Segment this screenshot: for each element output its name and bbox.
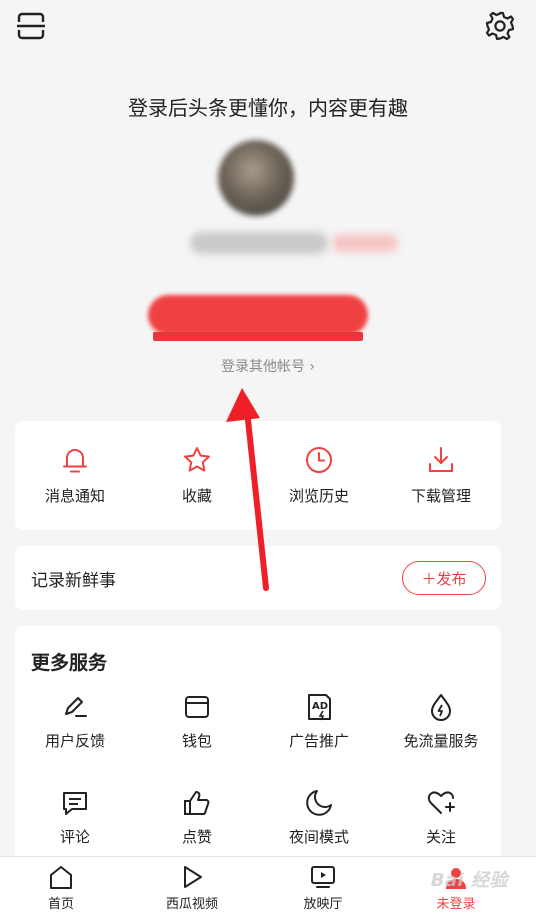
service-wallet[interactable]: 钱包: [137, 692, 257, 751]
service-label: 点赞: [181, 828, 212, 846]
nav-label: 首页: [47, 897, 74, 912]
quick-item-label: 消息通知: [44, 487, 105, 505]
post-title: 记录新鲜事: [31, 571, 116, 591]
service-label: 广告推广: [288, 732, 349, 750]
heart-plus-icon: [427, 791, 455, 814]
service-night-mode[interactable]: 夜间模式: [259, 788, 379, 847]
quick-item-history[interactable]: 浏览历史: [259, 445, 379, 506]
quick-item-notifications[interactable]: 消息通知: [15, 445, 135, 506]
login-title: 登录后头条更懂你，内容更有趣: [128, 96, 408, 120]
login-button-underline: [153, 332, 363, 341]
service-comments[interactable]: 评论: [15, 788, 135, 847]
nav-item-xigua-video[interactable]: 西瓜视频: [125, 863, 259, 912]
service-label: 钱包: [181, 732, 212, 750]
services-title: 更多服务: [31, 652, 108, 674]
quick-item-label: 收藏: [181, 487, 212, 505]
thumbs-up-icon: [184, 791, 210, 815]
service-label: 用户反馈: [44, 732, 105, 750]
moon-icon: [306, 790, 332, 816]
play-icon: [184, 866, 202, 888]
download-icon: [429, 447, 453, 472]
service-likes[interactable]: 点赞: [137, 788, 257, 847]
nav-label: 西瓜视频: [165, 897, 218, 912]
more-services-card: 更多服务 用户反馈 钱包 AD 广告推广 免流量服务 评论 点赞 夜间模式 关注: [15, 626, 501, 866]
service-label: 评论: [59, 828, 90, 846]
service-label: 关注: [425, 828, 456, 846]
blurred-account-tag: [332, 234, 398, 252]
service-label: 免流量服务: [403, 732, 479, 750]
quick-actions-card: 消息通知 收藏 浏览历史 下载管理: [15, 421, 501, 530]
star-icon: [184, 447, 210, 472]
ad-icon: AD: [308, 694, 331, 721]
login-other-account-link[interactable]: 登录其他帐号 ›: [0, 356, 536, 376]
nav-item-home[interactable]: 首页: [0, 863, 128, 912]
svg-text:AD: AD: [312, 701, 328, 712]
clock-icon: [306, 447, 332, 473]
quick-item-favorites[interactable]: 收藏: [137, 445, 257, 506]
quick-item-label: 下载管理: [410, 487, 471, 505]
screen-play-icon: [311, 866, 335, 888]
comment-icon: [63, 792, 87, 815]
wallet-icon: [185, 696, 209, 718]
gear-icon[interactable]: [484, 10, 516, 42]
blurred-account-name: [190, 232, 328, 254]
publish-button[interactable]: ＋发布: [402, 561, 486, 595]
bell-icon: [63, 449, 87, 473]
service-follow[interactable]: 关注: [381, 788, 501, 847]
watermark: Bai 经验: [430, 870, 508, 891]
service-free-data[interactable]: 免流量服务: [381, 692, 501, 751]
pen-icon: [65, 697, 87, 717]
nav-label: 放映厅: [303, 897, 343, 912]
drop-icon: [431, 694, 451, 721]
service-feedback[interactable]: 用户反馈: [15, 692, 135, 751]
nav-item-screening-hall[interactable]: 放映厅: [256, 863, 390, 912]
post-card: 记录新鲜事 ＋发布: [15, 546, 501, 610]
nav-label: 未登录: [436, 897, 476, 912]
quick-item-downloads[interactable]: 下载管理: [381, 445, 501, 506]
quick-item-label: 浏览历史: [288, 487, 349, 505]
home-icon: [50, 866, 72, 889]
service-advertising[interactable]: AD 广告推广: [259, 692, 379, 751]
service-label: 夜间模式: [288, 828, 349, 846]
avatar[interactable]: [218, 140, 294, 216]
top-bar: [0, 0, 536, 60]
one-click-login-button[interactable]: [148, 295, 368, 335]
scan-icon[interactable]: [16, 12, 46, 40]
